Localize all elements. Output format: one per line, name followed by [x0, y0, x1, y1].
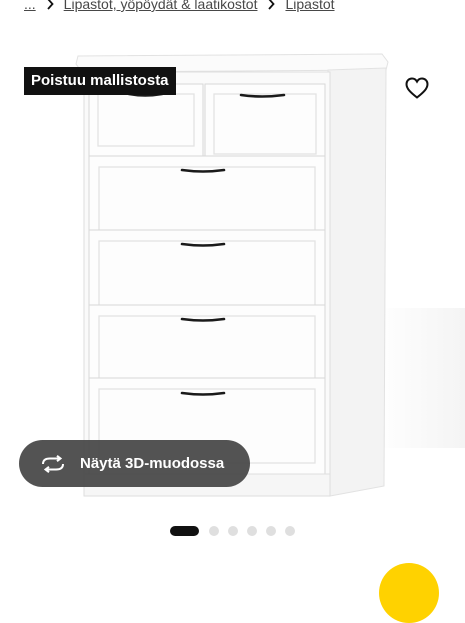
- carousel-dot[interactable]: [209, 526, 220, 536]
- chevron-right-icon: [267, 0, 276, 10]
- product-image-gallery[interactable]: Poistuu mallistosta Näytä 3D-muodossa: [0, 38, 465, 510]
- carousel-dot-active[interactable]: [169, 526, 199, 536]
- chevron-right-icon: [46, 0, 54, 10]
- breadcrumb-item-ellipsis[interactable]: ...: [24, 0, 36, 12]
- carousel-indicators: [0, 525, 465, 537]
- view-in-3d-button[interactable]: Näytä 3D-muodossa: [19, 440, 250, 487]
- carousel-dot[interactable]: [266, 526, 277, 536]
- breadcrumb: ... Lipastot, yöpöydät & laatikostot Lip…: [24, 0, 465, 15]
- breadcrumb-item-lipastot[interactable]: Lipastot: [285, 0, 334, 12]
- discontinued-badge: Poistuu mallistosta: [24, 67, 176, 95]
- breadcrumb-item-lipastot-yopoydat[interactable]: Lipastot, yöpöydät & laatikostot: [64, 0, 258, 12]
- floating-action-button[interactable]: [379, 563, 439, 623]
- carousel-dot[interactable]: [285, 526, 296, 536]
- carousel-dot[interactable]: [228, 526, 239, 536]
- carousel-dot[interactable]: [247, 526, 258, 536]
- rotate-3d-icon: [40, 454, 66, 473]
- view-in-3d-label: Näytä 3D-muodossa: [80, 455, 225, 472]
